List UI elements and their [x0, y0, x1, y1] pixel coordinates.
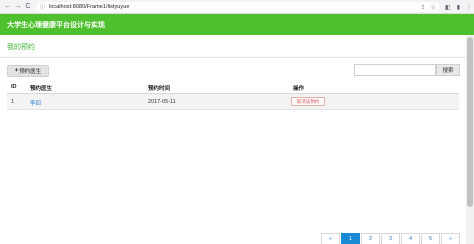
- page-title: 我的预约: [7, 44, 35, 51]
- reload-icon[interactable]: C: [23, 1, 33, 13]
- plus-icon: +: [14, 68, 19, 74]
- cell-id: 1: [11, 99, 15, 105]
- divider: [0, 57, 474, 58]
- app-header: 大学生心理健康平台设计与实现: [0, 14, 474, 35]
- share-icon[interactable]: ⇪: [421, 4, 426, 11]
- page-button-5[interactable]: 5: [421, 233, 440, 244]
- column-header-action: 操作: [293, 86, 305, 92]
- add-appointment-button[interactable]: + 预约医生: [7, 65, 49, 77]
- address-bar[interactable]: ⓘ localhost:8080/Frame1/listyuyue ⇪ ☆: [36, 2, 440, 12]
- appointments-table: ID 预约医生 预约时间 操作 1 李四 2017-05-11 取消该预约: [7, 80, 459, 110]
- column-header-time: 预约时间: [148, 86, 171, 92]
- site-info-icon[interactable]: ⓘ: [40, 4, 46, 10]
- scrollbar-thumb[interactable]: [467, 37, 473, 207]
- cell-time: 2017-05-11: [148, 99, 176, 105]
- table-header: ID 预约医生 预约时间 操作: [7, 80, 459, 94]
- page-button-3[interactable]: 3: [381, 233, 400, 244]
- page-button-1[interactable]: 1: [341, 233, 360, 244]
- browser-toolbar: ← → C ⓘ localhost:8080/Frame1/listyuyue …: [0, 0, 474, 14]
- page-next-button[interactable]: »: [441, 233, 460, 244]
- search-input[interactable]: [354, 64, 436, 76]
- url-text[interactable]: localhost:8080/Frame1/listyuyue: [49, 4, 129, 10]
- bookmark-star-icon[interactable]: ☆: [431, 4, 436, 11]
- page-button-2[interactable]: 2: [361, 233, 380, 244]
- page-button-4[interactable]: 4: [401, 233, 420, 244]
- app-title: 大学生心理健康平台设计与实现: [7, 21, 105, 29]
- column-header-id: ID: [11, 84, 17, 90]
- pagination: « 1 2 3 4 5 »: [320, 233, 460, 244]
- profile-icon[interactable]: ▮: [457, 4, 460, 11]
- back-icon[interactable]: ←: [3, 1, 13, 13]
- cancel-appointment-button[interactable]: 取消该预约: [291, 97, 325, 106]
- page-prev-button[interactable]: «: [321, 233, 340, 244]
- side-panel-icon[interactable]: ◧: [445, 4, 451, 11]
- menu-icon[interactable]: ⋮: [466, 4, 472, 11]
- search-button[interactable]: 搜索: [436, 64, 460, 76]
- table-row: 1 李四 2017-05-11 取消该预约: [7, 94, 459, 110]
- forward-icon[interactable]: →: [13, 1, 23, 13]
- doctor-link[interactable]: 李四: [30, 99, 41, 107]
- add-appointment-label: 预约医生: [19, 69, 42, 75]
- column-header-doctor: 预约医生: [30, 86, 53, 92]
